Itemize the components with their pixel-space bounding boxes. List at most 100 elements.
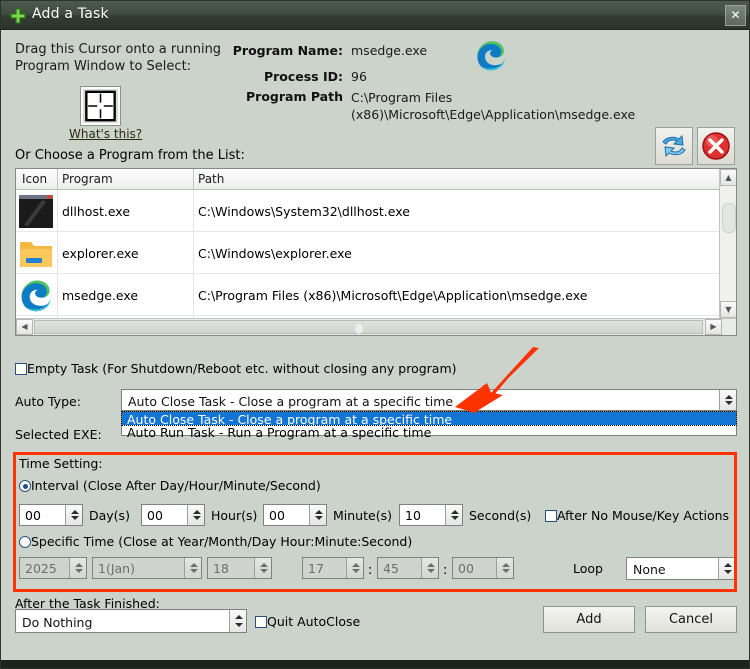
time-separator: : bbox=[368, 563, 373, 578]
program-name-label: Program Name: bbox=[232, 43, 343, 58]
table-row[interactable]: msedge.exe C:\Program Files (x86)\Micros… bbox=[16, 274, 719, 316]
vertical-scrollbar[interactable]: ▲ ▼ bbox=[719, 169, 736, 335]
refresh-icon[interactable] bbox=[655, 127, 693, 165]
column-header-program: Program bbox=[62, 172, 113, 186]
hour-spinner-icon[interactable] bbox=[346, 558, 363, 578]
chevron-down-icon[interactable] bbox=[719, 390, 736, 410]
scroll-down-icon[interactable]: ▼ bbox=[720, 301, 736, 318]
minutes-spinner-icon[interactable] bbox=[309, 505, 326, 525]
seconds-value: 10 bbox=[405, 508, 421, 523]
days-stepper[interactable]: 00 bbox=[19, 504, 83, 526]
auto-type-label: Auto Type: bbox=[15, 394, 81, 409]
day-value: 18 bbox=[213, 561, 229, 576]
scroll-right-icon[interactable]: ▶ bbox=[705, 319, 722, 335]
process-id-label: Process ID: bbox=[263, 69, 343, 84]
minute-stepper[interactable]: 45 bbox=[377, 557, 439, 579]
minutes-stepper[interactable]: 00 bbox=[263, 504, 327, 526]
time-separator: : bbox=[443, 563, 448, 578]
year-value: 2025 bbox=[25, 561, 57, 576]
hours-stepper[interactable]: 00 bbox=[141, 504, 205, 526]
hours-unit: Hour(s) bbox=[211, 508, 258, 523]
table-row[interactable]: explorer.exe C:\Windows\explorer.exe bbox=[16, 232, 719, 274]
column-header-path: Path bbox=[198, 172, 225, 186]
process-id-value: 96 bbox=[351, 69, 367, 84]
day-stepper[interactable]: 18 bbox=[207, 557, 272, 579]
cancel-button[interactable]: Cancel bbox=[645, 606, 737, 633]
seconds-stepper[interactable]: 10 bbox=[399, 504, 463, 526]
second-spinner-icon[interactable] bbox=[496, 558, 513, 578]
days-spinner-icon[interactable] bbox=[65, 505, 82, 525]
checkbox-box bbox=[255, 616, 267, 628]
auto-type-dropdown-options[interactable]: Auto Close Task - Close a program at a s… bbox=[121, 411, 737, 440]
minutes-unit: Minute(s) bbox=[333, 508, 392, 523]
title-bar: Add a Task ✕ bbox=[1, 1, 749, 30]
dropdown-option-auto-run[interactable]: Auto Run Task - Run a Program at a speci… bbox=[122, 425, 736, 440]
interval-label: Interval (Close After Day/Hour/Minute/Se… bbox=[31, 478, 321, 493]
interval-radio[interactable]: Interval (Close After Day/Hour/Minute/Se… bbox=[19, 478, 321, 493]
day-spinner-icon[interactable] bbox=[254, 558, 271, 578]
days-value: 00 bbox=[25, 508, 41, 523]
dropdown-option-auto-close[interactable]: Auto Close Task - Close a program at a s… bbox=[121, 411, 737, 427]
loop-value: None bbox=[633, 562, 666, 577]
crosshair-cursor-icon[interactable] bbox=[81, 87, 120, 125]
time-setting-label: Time Setting: bbox=[19, 456, 103, 471]
specific-time-label: Specific Time (Close at Year/Month/Day H… bbox=[31, 534, 413, 549]
choose-program-label: Or Choose a Program from the List: bbox=[15, 148, 245, 163]
close-icon[interactable]: ✕ bbox=[725, 5, 746, 26]
radio-dot-icon bbox=[19, 536, 31, 548]
checkbox-box bbox=[15, 363, 27, 375]
month-spinner-icon[interactable] bbox=[184, 558, 201, 578]
quit-autoclose-label: Quit AutoClose bbox=[267, 614, 361, 629]
minutes-value: 00 bbox=[269, 508, 285, 523]
chevron-down-icon[interactable] bbox=[229, 610, 246, 632]
chevron-down-icon[interactable] bbox=[718, 558, 735, 579]
table-row[interactable]: dllhost.exe C:\Windows\System32\dllhost.… bbox=[16, 190, 719, 232]
hour-stepper[interactable]: 17 bbox=[302, 557, 364, 579]
hour-value: 17 bbox=[308, 561, 324, 576]
column-header-icon: Icon bbox=[22, 172, 48, 186]
add-button[interactable]: Add bbox=[543, 606, 635, 633]
cell-path: C:\Windows\System32\dllhost.exe bbox=[198, 204, 410, 219]
program-name-value: msedge.exe bbox=[351, 43, 428, 58]
quit-autoclose-checkbox[interactable]: Quit AutoClose bbox=[255, 614, 360, 629]
vscroll-thumb[interactable] bbox=[722, 203, 736, 233]
year-stepper[interactable]: 2025 bbox=[19, 557, 87, 579]
horizontal-scrollbar[interactable]: ◀ ▶ bbox=[16, 318, 736, 335]
empty-task-checkbox[interactable]: Empty Task (For Shutdown/Reboot etc. wit… bbox=[15, 361, 457, 376]
program-path-label: Program Path bbox=[246, 89, 343, 104]
cell-program: msedge.exe bbox=[62, 288, 139, 303]
hours-value: 00 bbox=[147, 508, 163, 523]
delete-red-x-icon[interactable] bbox=[697, 127, 735, 165]
after-no-action-checkbox[interactable]: After No Mouse/Key Actions bbox=[545, 508, 729, 523]
after-task-select[interactable]: Do Nothing bbox=[15, 609, 247, 633]
second-value: 00 bbox=[458, 561, 474, 576]
second-stepper[interactable]: 00 bbox=[452, 557, 514, 579]
explorer-folder-icon bbox=[20, 242, 52, 267]
seconds-spinner-icon[interactable] bbox=[445, 505, 462, 525]
edge-logo-icon bbox=[477, 41, 505, 71]
hscroll-thumb[interactable] bbox=[34, 320, 703, 334]
month-stepper[interactable]: 1(Jan) bbox=[92, 557, 202, 579]
year-spinner-icon[interactable] bbox=[69, 558, 86, 578]
table-header: Icon Program Path bbox=[16, 169, 736, 190]
auto-type-value: Auto Close Task - Close a program at a s… bbox=[128, 394, 454, 409]
green-plus-icon bbox=[10, 8, 26, 24]
hours-spinner-icon[interactable] bbox=[187, 505, 204, 525]
cell-path: C:\Windows\explorer.exe bbox=[198, 246, 352, 261]
seconds-unit: Second(s) bbox=[469, 508, 532, 523]
specific-time-radio[interactable]: Specific Time (Close at Year/Month/Day H… bbox=[19, 534, 412, 549]
window-bottom-strip bbox=[1, 660, 749, 668]
whats-this-link[interactable]: What's this? bbox=[69, 127, 142, 141]
radio-dot-icon bbox=[19, 480, 31, 492]
after-no-action-label: After No Mouse/Key Actions bbox=[557, 508, 730, 523]
edge-logo-icon bbox=[21, 280, 51, 312]
auto-type-select[interactable]: Auto Close Task - Close a program at a s… bbox=[121, 389, 737, 411]
empty-task-label: Empty Task (For Shutdown/Reboot etc. wit… bbox=[27, 361, 457, 376]
program-list-table[interactable]: Icon Program Path dllhost.exe C:\Windows… bbox=[15, 168, 737, 336]
minute-spinner-icon[interactable] bbox=[421, 558, 438, 578]
minute-value: 45 bbox=[383, 561, 399, 576]
loop-select[interactable]: None bbox=[626, 557, 736, 580]
scroll-up-icon[interactable]: ▲ bbox=[720, 169, 736, 186]
scroll-left-icon[interactable]: ◀ bbox=[16, 319, 33, 335]
table-body: dllhost.exe C:\Windows\System32\dllhost.… bbox=[16, 190, 719, 335]
